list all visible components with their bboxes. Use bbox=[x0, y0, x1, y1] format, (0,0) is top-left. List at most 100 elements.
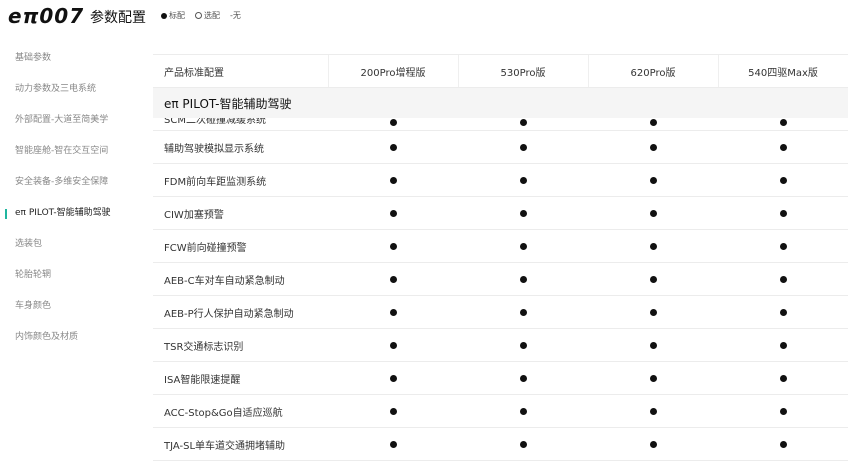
standard-cell bbox=[458, 329, 588, 361]
legend-standard: 标配 bbox=[161, 10, 185, 21]
filled-circle-icon bbox=[389, 374, 397, 382]
sidebar-item[interactable]: 轮胎轮辋 bbox=[0, 257, 150, 288]
table-row: 辅助驾驶模拟显示系统 bbox=[153, 131, 848, 164]
standard-cell bbox=[458, 296, 588, 328]
standard-cell bbox=[328, 395, 458, 427]
filled-circle-icon bbox=[389, 176, 397, 184]
filled-circle-icon bbox=[649, 440, 657, 448]
brand-logo: eπ007 bbox=[8, 4, 85, 28]
table-row: CIW加塞预警 bbox=[153, 197, 848, 230]
column-header-620pro: 620Pro版 bbox=[630, 67, 676, 79]
row-label: TSR交通标志识别 bbox=[164, 341, 244, 353]
table-row: SCM二次碰撞减缓系统 bbox=[153, 118, 848, 131]
page-title: 参数配置 bbox=[90, 10, 146, 26]
standard-cell bbox=[588, 131, 718, 163]
filled-circle-icon bbox=[519, 308, 527, 316]
page-header: eπ007 参数配置 标配 选配 -无 bbox=[0, 0, 852, 32]
table-header-row: 产品标准配置 200Pro增程版 530Pro版 620Pro版 540四驱Ma… bbox=[153, 54, 848, 88]
standard-cell bbox=[328, 263, 458, 295]
sidebar-nav: 基础参数 动力参数及三电系统 外部配置-大道至简美学 智能座舱-智在交互空间 安全装备-… bbox=[0, 40, 150, 350]
filled-circle-icon bbox=[779, 242, 787, 250]
row-label: 辅助驾驶模拟显示系统 bbox=[164, 143, 264, 155]
standard-cell bbox=[588, 164, 718, 196]
filled-circle-icon bbox=[649, 407, 657, 415]
filled-circle-icon bbox=[649, 209, 657, 217]
filled-circle-icon bbox=[389, 275, 397, 283]
standard-cell bbox=[328, 118, 458, 126]
sidebar-item[interactable]: eπ PILOT-智能辅助驾驶 bbox=[0, 195, 150, 226]
standard-cell bbox=[718, 362, 848, 394]
standard-cell bbox=[588, 395, 718, 427]
standard-cell bbox=[588, 263, 718, 295]
table-row: TJA-SL单车道交通拥堵辅助 bbox=[153, 428, 848, 461]
sidebar-item[interactable]: 基础参数 bbox=[0, 40, 150, 71]
filled-circle-icon bbox=[519, 440, 527, 448]
legend-none-label: -无 bbox=[230, 11, 241, 20]
filled-circle-icon bbox=[649, 119, 657, 126]
filled-circle-icon bbox=[519, 176, 527, 184]
standard-cell bbox=[328, 131, 458, 163]
table-row: ACC-Stop&Go自适应巡航 bbox=[153, 395, 848, 428]
standard-cell bbox=[718, 164, 848, 196]
filled-circle-icon bbox=[779, 308, 787, 316]
legend-none: -无 bbox=[230, 10, 241, 21]
filled-circle-icon bbox=[389, 407, 397, 415]
sidebar-item[interactable]: 内饰颜色及材质 bbox=[0, 319, 150, 350]
filled-circle-icon bbox=[389, 119, 397, 126]
row-label: CIW加塞预警 bbox=[164, 209, 224, 221]
row-label: AEB-C车对车自动紧急制动 bbox=[164, 275, 285, 287]
column-header-530pro: 530Pro版 bbox=[500, 67, 546, 79]
standard-cell bbox=[718, 131, 848, 163]
standard-cell bbox=[328, 197, 458, 229]
filled-circle-icon bbox=[519, 341, 527, 349]
row-label: AEB-P行人保护自动紧急制动 bbox=[164, 308, 294, 320]
standard-cell bbox=[718, 230, 848, 262]
standard-cell bbox=[718, 263, 848, 295]
standard-cell bbox=[458, 197, 588, 229]
standard-cell bbox=[588, 118, 718, 126]
standard-cell bbox=[328, 296, 458, 328]
filled-circle-icon bbox=[389, 143, 397, 151]
table-row: AEB-C车对车自动紧急制动 bbox=[153, 263, 848, 296]
filled-circle-icon bbox=[779, 209, 787, 217]
filled-circle-icon bbox=[649, 374, 657, 382]
filled-circle-icon bbox=[649, 176, 657, 184]
filled-circle-icon bbox=[389, 341, 397, 349]
standard-cell bbox=[588, 296, 718, 328]
standard-cell bbox=[588, 362, 718, 394]
section-header: eπ PILOT-智能辅助驾驶 bbox=[153, 88, 848, 118]
table-row: TSR交通标志识别 bbox=[153, 329, 848, 362]
sidebar-item[interactable]: 选装包 bbox=[0, 226, 150, 257]
table-row: FCW前向碰撞预警 bbox=[153, 230, 848, 263]
filled-circle-icon bbox=[161, 12, 167, 19]
column-divider bbox=[458, 55, 459, 87]
filled-circle-icon bbox=[779, 143, 787, 151]
filled-circle-icon bbox=[779, 374, 787, 382]
table-row: AEB-P行人保护自动紧急制动 bbox=[153, 296, 848, 329]
filled-circle-icon bbox=[519, 374, 527, 382]
filled-circle-icon bbox=[779, 275, 787, 283]
standard-cell bbox=[588, 428, 718, 460]
sidebar-item[interactable]: 车身颜色 bbox=[0, 288, 150, 319]
standard-cell bbox=[458, 164, 588, 196]
row-label: SCM二次碰撞减缓系统 bbox=[164, 118, 266, 126]
standard-cell bbox=[328, 230, 458, 262]
filled-circle-icon bbox=[519, 242, 527, 250]
section-title: eπ PILOT-智能辅助驾驶 bbox=[164, 96, 292, 111]
filled-circle-icon bbox=[779, 119, 787, 126]
spec-table: 产品标准配置 200Pro增程版 530Pro版 620Pro版 540四驱Ma… bbox=[153, 54, 848, 461]
filled-circle-icon bbox=[519, 407, 527, 415]
column-divider bbox=[718, 55, 719, 87]
standard-cell bbox=[718, 395, 848, 427]
standard-cell bbox=[718, 428, 848, 460]
filled-circle-icon bbox=[649, 341, 657, 349]
filled-circle-icon bbox=[389, 440, 397, 448]
sidebar-item[interactable]: 安全装备-多维安全保障 bbox=[0, 164, 150, 195]
standard-cell bbox=[328, 428, 458, 460]
filled-circle-icon bbox=[519, 143, 527, 151]
sidebar-item[interactable]: 智能座舱-智在交互空间 bbox=[0, 133, 150, 164]
sidebar-item[interactable]: 动力参数及三电系统 bbox=[0, 71, 150, 102]
standard-cell bbox=[458, 362, 588, 394]
filled-circle-icon bbox=[779, 176, 787, 184]
sidebar-item[interactable]: 外部配置-大道至简美学 bbox=[0, 102, 150, 133]
